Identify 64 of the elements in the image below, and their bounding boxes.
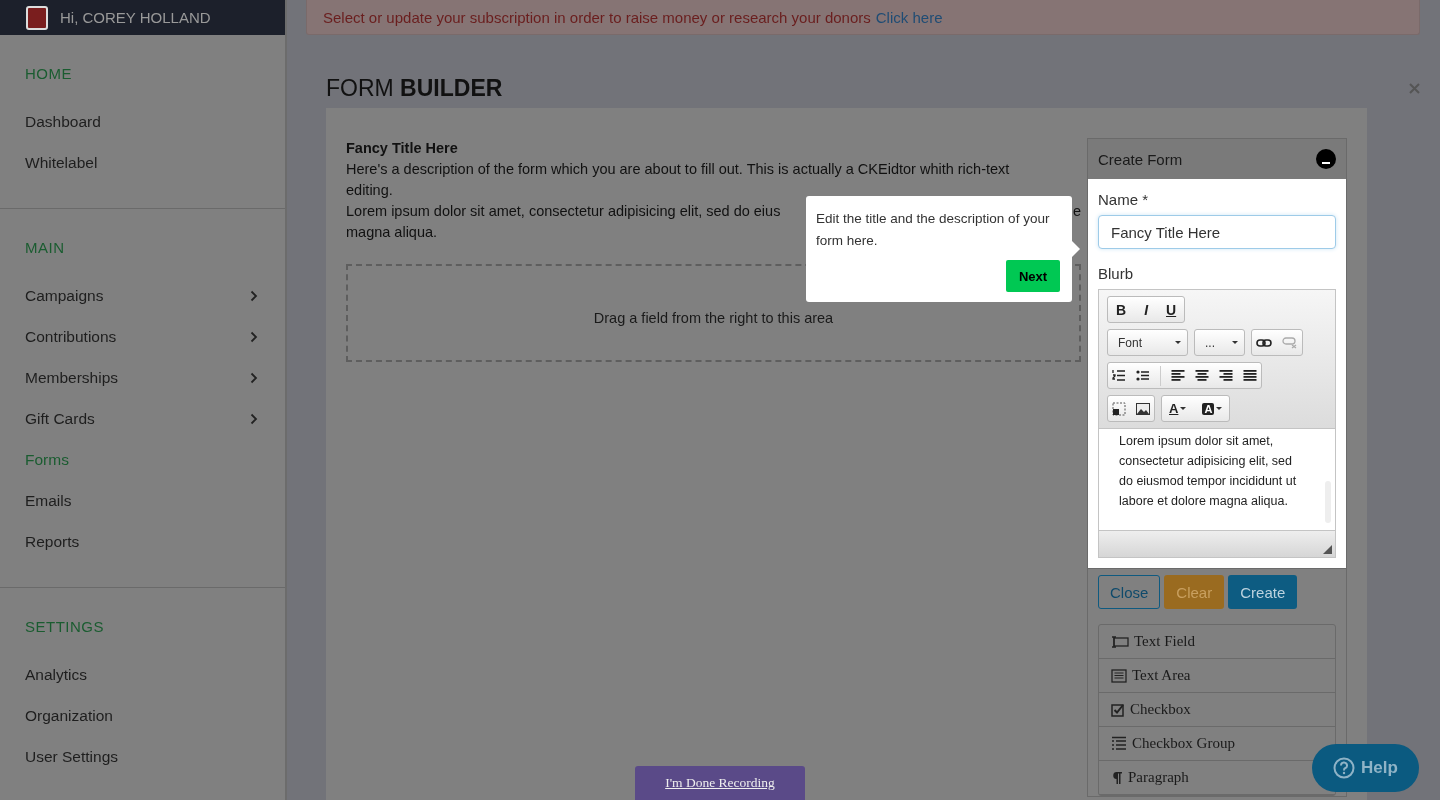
sidebar-item[interactable]: Analytics <box>0 654 285 695</box>
form-title: Fancy Title Here <box>346 139 459 158</box>
user-greeting: Hi, COREY HOLLAND <box>60 9 211 26</box>
field-label: Name * <box>1098 191 1149 208</box>
help-button[interactable]: Help <box>1312 744 1419 792</box>
align-center-icon[interactable] <box>1195 369 1209 382</box>
form-description: Lorem ipsum dolor sit amet, consectetur adipisicing elit, sed do eius <box>346 202 781 221</box>
form-description: Here's a description of the form which you are about to fill out. This is actually a CKEidtor whith rich-text editing. <box>346 160 1011 200</box>
list-icon <box>1111 736 1127 751</box>
sidebar-item[interactable]: Dashboard <box>0 101 285 142</box>
field-type-item[interactable]: Paragraph <box>1111 769 1189 786</box>
field-type-item[interactable]: Text Field <box>1111 633 1196 650</box>
create-button[interactable]: Create <box>1228 575 1298 609</box>
field-label: Blurb <box>1098 265 1134 282</box>
resize-image-icon[interactable] <box>1112 401 1126 416</box>
text-field-icon <box>1111 635 1129 648</box>
sidebar-item[interactable]: Campaigns <box>0 275 285 316</box>
tooltip-text: Edit the title and the description of your form here. <box>816 211 1050 248</box>
text-color-button[interactable]: A <box>1166 401 1190 416</box>
bold-button[interactable]: B <box>1112 301 1131 318</box>
blurb-text-area[interactable]: Lorem ipsum dolor sit amet, consectetur adipisicing elit, sed do eiusmod tempor incididunt ut labore et dolore magna aliqua. <box>1099 429 1335 530</box>
sidebar-section-title: HOME <box>24 65 72 82</box>
align-left-icon[interactable] <box>1171 369 1185 382</box>
logo-icon <box>26 5 48 30</box>
page-title: FORM BUILDER <box>326 75 503 102</box>
font-dropdown[interactable]: Font <box>1107 329 1188 356</box>
close-button[interactable]: Close <box>1098 575 1161 609</box>
sidebar-item[interactable]: User Settings <box>0 736 285 777</box>
sidebar-item[interactable]: Reports <box>0 521 285 562</box>
justify-icon[interactable] <box>1243 369 1257 382</box>
resize-handle-icon[interactable] <box>1323 545 1332 554</box>
sidebar-item[interactable]: Memberships <box>0 357 285 398</box>
sidebar-item[interactable]: Contributions <box>0 316 285 357</box>
text-area-icon <box>1111 668 1127 683</box>
italic-button[interactable]: I <box>1140 301 1152 318</box>
align-right-icon[interactable] <box>1219 369 1233 382</box>
banner-text: Select or update your subscription in order to raise money or research your donors <box>323 8 871 26</box>
pilcrow-icon <box>1111 770 1123 785</box>
link-icon[interactable] <box>1256 337 1272 348</box>
sidebar-section-title: MAIN <box>24 239 65 256</box>
background-color-button[interactable]: A <box>1199 402 1226 415</box>
bullet-list-icon[interactable] <box>1136 369 1150 382</box>
sidebar-item[interactable]: Organization <box>0 695 285 736</box>
image-icon[interactable] <box>1136 402 1150 415</box>
create-form-title: Create Form <box>1098 150 1183 168</box>
next-button[interactable]: Next <box>1006 260 1060 292</box>
sidebar-section-title: SETTINGS <box>24 618 104 635</box>
done-recording-button[interactable]: I'm Done Recording <box>635 766 805 800</box>
name-input[interactable]: Fancy Title Here <box>1098 215 1336 249</box>
field-type-item[interactable]: Text Area <box>1111 667 1191 684</box>
collapse-button[interactable] <box>1316 149 1336 169</box>
sidebar-item[interactable]: Gift Cards <box>0 398 285 439</box>
field-type-item[interactable]: Checkbox Group <box>1111 735 1235 752</box>
field-type-item[interactable]: Checkbox <box>1111 701 1191 718</box>
sidebar-item[interactable]: Emails <box>0 480 285 521</box>
sidebar-item[interactable]: Whitelabel <box>0 142 285 183</box>
minus-icon <box>1322 162 1330 164</box>
numbered-list-icon[interactable] <box>1112 369 1126 382</box>
checkbox-icon <box>1111 702 1125 717</box>
question-mark-icon <box>1333 757 1356 779</box>
size-dropdown[interactable]: ... <box>1194 329 1245 356</box>
form-description: magna aliqua. <box>346 223 438 242</box>
underline-button[interactable]: U <box>1162 301 1181 318</box>
form-description: e <box>1072 202 1081 221</box>
